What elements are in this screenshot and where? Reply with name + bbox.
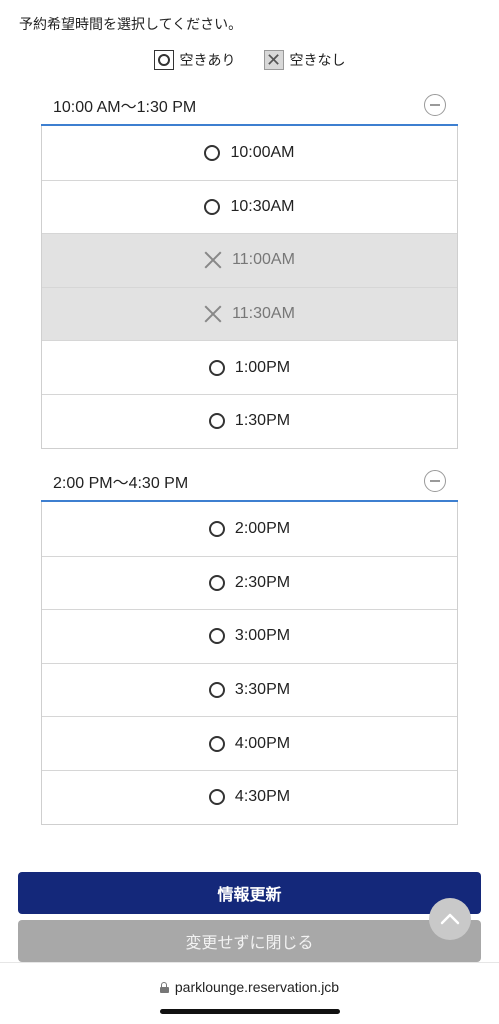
circle-icon [208,359,225,376]
slot-time: 11:00AM [232,251,295,269]
time-slot[interactable]: 4:00PM [42,716,457,770]
update-button[interactable]: 情報更新 [18,872,481,914]
cross-icon [204,305,222,323]
circle-icon [204,144,221,161]
section-header[interactable]: 2:00 PM〜4:30 PM [41,462,458,502]
slot-list: 10:00AM 10:30AM 11:00AM 11:30AM 1:00PM 1… [41,126,458,449]
section-title: 2:00 PM〜4:30 PM [53,475,189,492]
legend-full: ✕ 空きなし [263,50,346,70]
minus-circle-icon[interactable] [424,470,446,492]
slot-time: 10:30AM [230,197,295,215]
slot-time: 2:00PM [234,519,291,537]
minus-circle-icon[interactable] [424,94,446,116]
slot-time: 2:30PM [234,573,291,591]
section-header[interactable]: 10:00 AM〜1:30 PM [41,86,458,126]
slot-list: 2:00PM 2:30PM 3:00PM 3:30PM 4:00PM 4:30P… [41,502,458,825]
time-slot[interactable]: 1:30PM [42,393,457,448]
slot-time: 1:00PM [234,358,291,376]
scroll-to-top-button[interactable] [429,898,471,940]
time-section-morning: 10:00 AM〜1:30 PM 10:00AM 10:30AM 11:00AM… [41,86,458,449]
circle-icon [208,789,225,806]
cross-icon [204,251,222,269]
circle-icon [208,682,225,699]
circle-icon [208,413,225,430]
legend-full-label: 空きなし [289,52,346,68]
circle-icon [208,735,225,752]
time-slot[interactable]: 10:30AM [42,179,457,234]
lock-icon [159,981,169,993]
time-slot[interactable]: 1:00PM [42,340,457,394]
circle-icon [204,198,221,215]
url-text: parklounge.reservation.jcb [174,979,340,995]
circle-icon [153,50,174,70]
circle-icon [208,520,225,537]
slot-time: 3:30PM [234,681,291,699]
section-title: 10:00 AM〜1:30 PM [53,99,197,116]
url-display[interactable]: parklounge.reservation.jcb [0,979,499,995]
time-slot[interactable]: 10:00AM [42,126,457,180]
time-slot[interactable]: 3:30PM [42,662,457,717]
slot-time: 10:00AM [230,143,295,161]
circle-icon [208,574,225,591]
time-slot[interactable]: 4:30PM [42,769,457,824]
slot-time: 11:30AM [232,305,295,323]
close-without-change-button[interactable]: 変更せずに閉じる [18,920,481,962]
instruction-text: 予約希望時間を選択してください。 [19,16,243,32]
slot-time: 4:30PM [234,788,291,806]
time-slot-full: 11:00AM [42,233,457,287]
browser-url-bar: parklounge.reservation.jcb [0,962,499,1024]
chevron-up-icon [440,913,460,925]
legend: 空きあり ✕ 空きなし [0,50,499,70]
slot-time: 1:30PM [234,412,291,430]
time-slot[interactable]: 2:30PM [42,555,457,610]
slot-time: 3:00PM [234,627,291,645]
slot-time: 4:00PM [234,734,291,752]
time-slot[interactable]: 3:00PM [42,609,457,663]
legend-available: 空きあり [153,50,236,70]
time-slot[interactable]: 2:00PM [42,502,457,556]
time-section-afternoon: 2:00 PM〜4:30 PM 2:00PM 2:30PM 3:00PM 3:3… [41,462,458,825]
circle-icon [208,628,225,645]
legend-available-label: 空きあり [179,52,236,68]
cross-icon: ✕ [263,50,284,70]
home-indicator [160,1009,340,1014]
time-slot-full: 11:30AM [42,286,457,341]
